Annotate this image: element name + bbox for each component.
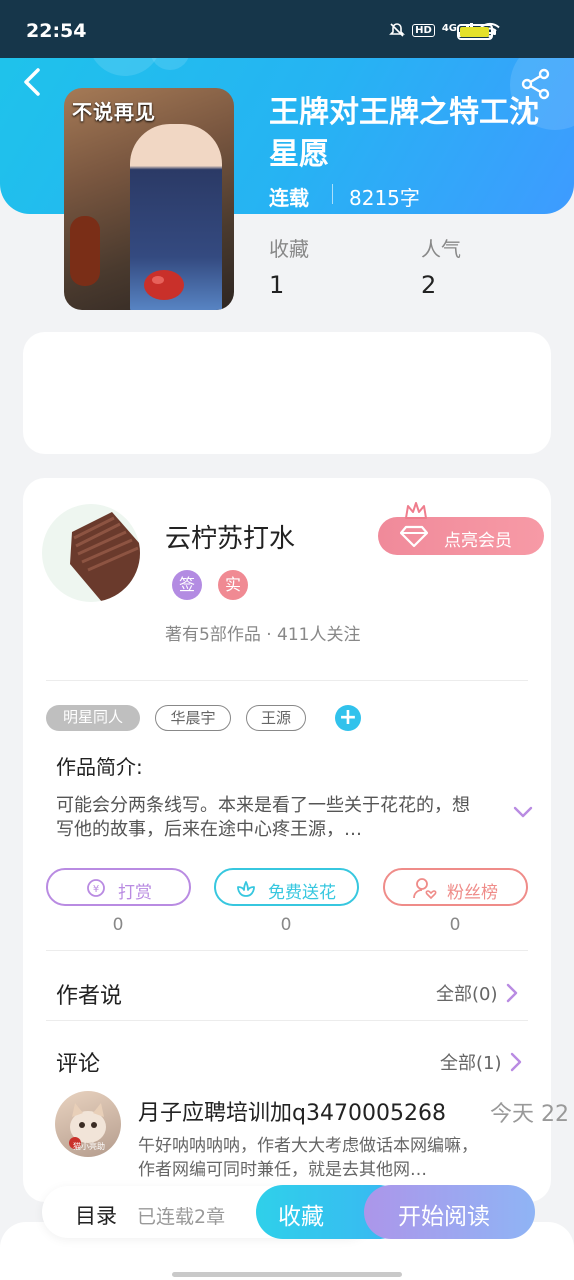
add-tag-button[interactable]: + — [335, 705, 361, 731]
divider — [46, 950, 528, 951]
comments-title: 评论 — [56, 1052, 101, 1077]
yen-coin-icon: ¥ — [87, 879, 105, 897]
crown-icon — [405, 502, 427, 519]
expand-intro-button[interactable] — [512, 804, 534, 824]
fan-ranking-button[interactable]: 粉丝榜 — [383, 868, 528, 906]
send-flower-button[interactable]: 免费送花 — [214, 868, 359, 906]
tag-chip[interactable]: 华晨宇 — [155, 705, 231, 731]
diamond-icon — [400, 525, 428, 548]
boxing-glove-icon — [144, 270, 184, 300]
plus-icon: + — [338, 705, 358, 730]
start-reading-label: 开始阅读 — [398, 1204, 490, 1230]
divider — [46, 680, 528, 681]
intro-label: 作品简介: — [56, 755, 143, 779]
comments-all-label: 全部(1) — [440, 1053, 502, 1074]
favorites-count: 1 — [269, 271, 285, 299]
intro-text[interactable]: 可能会分两条线写。本来是看了一些关于花花的，想写他的故事，后来在途中心疼王源，… — [56, 794, 486, 842]
roof-image — [70, 512, 140, 602]
fan-ranking-label: 粉丝榜 — [447, 883, 498, 903]
fan-user-icon — [413, 878, 437, 899]
status-time: 22:54 — [26, 20, 87, 42]
chevron-down-icon — [513, 806, 533, 818]
comment-avatar[interactable]: 猫小亮助 — [55, 1091, 121, 1157]
tag-chip[interactable]: 明星同人 — [46, 705, 140, 731]
favorites-label: 收藏 — [269, 237, 309, 261]
vip-button[interactable]: 点亮会员 — [378, 517, 544, 555]
empty-card — [23, 332, 551, 454]
chevron-right-icon — [510, 1052, 521, 1072]
hd-icon: HD — [412, 23, 435, 37]
tip-count: 0 — [112, 915, 124, 935]
tag-chip[interactable]: 王源 — [246, 705, 306, 731]
author-meta: 著有5部作品 · 411人关注 — [165, 625, 361, 645]
tip-button[interactable]: ¥ 打赏 — [46, 868, 191, 906]
popularity-label: 人气 — [421, 237, 461, 261]
author-says-all-link[interactable]: 全部(0) — [436, 980, 518, 1006]
signed-badge: 签 — [172, 570, 202, 600]
battery-icon — [457, 24, 496, 40]
comments-all-link[interactable]: 全部(1) — [440, 1049, 522, 1075]
flower-icon — [237, 881, 255, 897]
book-status: 连载 — [269, 186, 309, 210]
start-reading-button[interactable]: 开始阅读 — [364, 1185, 535, 1239]
word-count: 8215字 — [349, 186, 420, 210]
svg-text:¥: ¥ — [93, 884, 99, 895]
network-type: 4G — [441, 23, 457, 34]
comment-text[interactable]: 午好呐呐呐呐，作者大大考虑做话本网编嘛，作者网编可同时兼任，就是去其他网… — [138, 1134, 483, 1182]
author-avatar[interactable] — [42, 504, 140, 602]
book-title: 王牌对王牌之特工沈星愿 — [269, 95, 539, 172]
chevron-right-icon — [506, 983, 517, 1003]
tip-label: 打赏 — [118, 883, 152, 903]
cover-violin-decor — [70, 216, 100, 286]
back-button[interactable] — [18, 66, 54, 102]
toc-label: 目录 — [75, 1204, 117, 1228]
mute-icon — [389, 23, 406, 37]
battery-level — [460, 27, 489, 37]
comment-date: 今天 22 — [490, 1102, 569, 1127]
avatar-caption: 猫小亮助 — [73, 1142, 105, 1151]
favorite-label: 收藏 — [278, 1204, 324, 1230]
cover-title-text: 不说再见 — [72, 100, 156, 124]
chevron-left-icon — [24, 68, 40, 96]
divider — [46, 1020, 528, 1021]
author-says-all-label: 全部(0) — [436, 984, 498, 1005]
divider — [332, 184, 333, 204]
book-cover-image[interactable]: 不说再见 — [64, 88, 234, 310]
author-says-title: 作者说 — [56, 984, 123, 1009]
author-name[interactable]: 云柠苏打水 — [165, 518, 295, 555]
popularity-count: 2 — [421, 271, 437, 299]
vip-button-label: 点亮会员 — [444, 531, 512, 551]
chapter-count: 已连载2章 — [137, 1206, 226, 1228]
fan-count: 0 — [449, 915, 461, 935]
flower-count: 0 — [280, 915, 292, 935]
send-flower-label: 免费送花 — [268, 883, 336, 903]
home-indicator[interactable] — [172, 1272, 402, 1277]
comment-username[interactable]: 月子应聘培训加q3470005268 — [138, 1095, 446, 1127]
verified-badge: 实 — [218, 570, 248, 600]
